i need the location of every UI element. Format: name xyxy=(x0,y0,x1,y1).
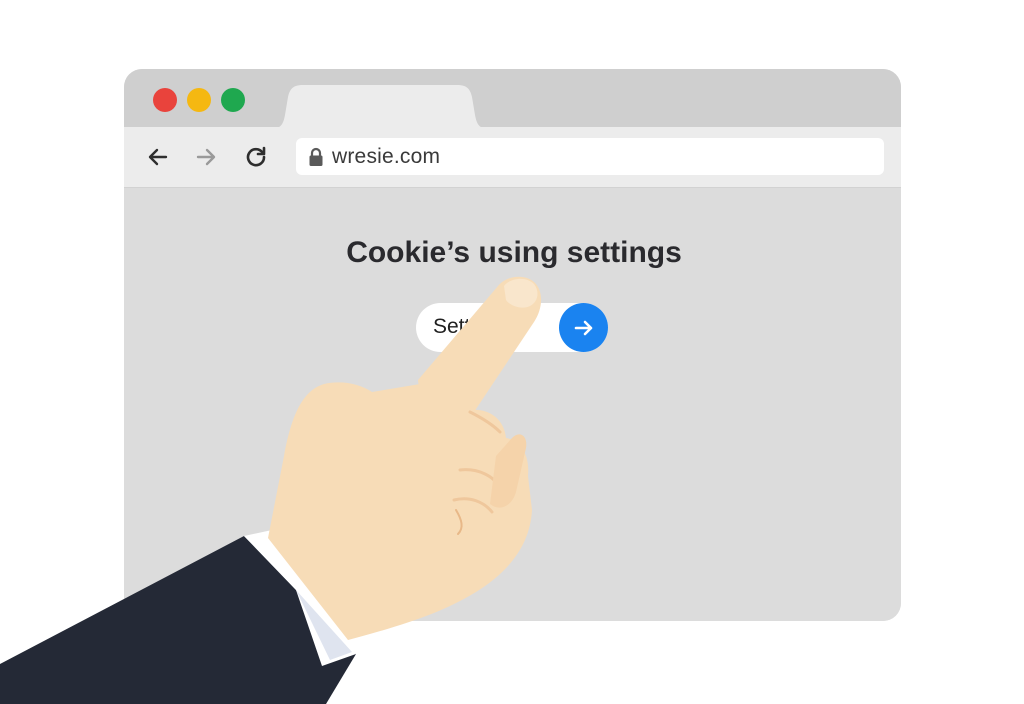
reload-button[interactable] xyxy=(240,141,272,173)
go-button[interactable] xyxy=(559,303,608,352)
url-text: wresie.com xyxy=(332,144,441,168)
arrow-left-icon xyxy=(148,148,168,166)
tab-strip xyxy=(124,69,901,129)
address-bar[interactable]: wresie.com xyxy=(296,138,884,175)
browser-tab[interactable] xyxy=(269,85,491,129)
maximize-window-button[interactable] xyxy=(221,88,245,112)
minimize-window-button[interactable] xyxy=(187,88,211,112)
page-content: Cookie’s using settings Sett me xyxy=(124,188,901,621)
back-button[interactable] xyxy=(142,141,174,173)
stage: wresie.com Cookie’s using settings Sett … xyxy=(0,0,1024,704)
browser-window: wresie.com Cookie’s using settings Sett … xyxy=(124,69,901,621)
arrow-right-icon xyxy=(574,320,592,335)
reload-icon xyxy=(246,146,266,167)
settings-link-button[interactable]: Sett me xyxy=(416,303,608,352)
toolbar: wresie.com xyxy=(124,127,901,188)
lock-icon xyxy=(308,147,324,167)
page-heading: Cookie’s using settings xyxy=(346,236,682,269)
close-window-button[interactable] xyxy=(153,88,177,112)
arrow-right-icon xyxy=(196,148,216,166)
settings-link-label: Sett me xyxy=(433,315,506,338)
forward-button[interactable] xyxy=(190,141,222,173)
